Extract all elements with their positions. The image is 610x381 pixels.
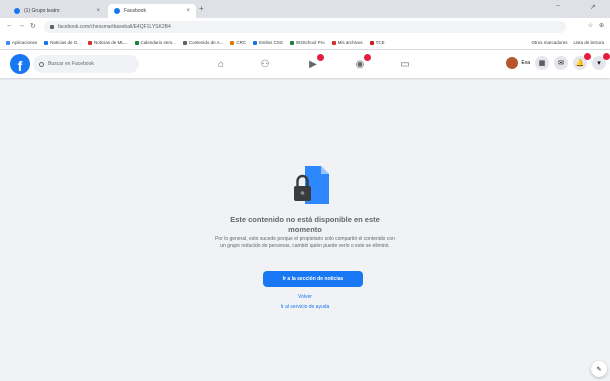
bookmark-label: Noticias de G... [50,40,82,45]
back-link[interactable]: Volver [230,294,380,300]
bookmark-item[interactable]: Aplicaciones [6,40,37,45]
bookmark-favicon-icon [369,40,374,45]
bookmark-folder[interactable]: Otros marcadores [531,40,567,45]
messenger-icon[interactable]: ✉ [554,56,568,70]
address-bar-row: ← → ↻ facebook.com/chessmartbaseball/E4Q… [0,18,610,36]
notification-badge [584,53,591,60]
page-description: Por lo general, esto sucede porque el pr… [215,236,395,249]
browser-tab-1[interactable]: (1) Grupo teatro × [8,4,106,18]
friends-icon[interactable]: ⚇ [258,57,272,71]
home-icon[interactable]: ⌂ [214,57,228,71]
facebook-favicon-icon [114,8,120,14]
notifications-icon[interactable]: 🔔 [573,53,591,70]
facebook-top-bar: f Buscar en Facebook ⌂ ⚇ ▶ ◉ ▭ Eva ▦ ✉ 🔔… [0,50,610,78]
account-controls: Eva ▦ ✉ 🔔 ▾ [506,53,610,70]
account-menu-icon[interactable]: ▾ [592,53,610,70]
bookmark-item[interactable]: TCE [369,40,385,45]
tab-label: (1) Grupo teatro [24,8,60,14]
lock-icon [50,25,54,29]
window-button[interactable]: ↗ [590,3,596,11]
bookmark-item[interactable]: Estilos CSS [253,40,283,45]
bookmark-label: W3School Pro [295,40,325,45]
new-message-icon[interactable]: ✎ [591,361,607,377]
tab-close-icon[interactable]: × [96,8,100,14]
url-text: facebook.com/chessmartbaseball/E4QF1LYSK… [58,24,171,30]
avatar [506,57,519,69]
bookmark-item[interactable]: Mis archivos [331,40,363,45]
facebook-favicon-icon [14,8,20,14]
tab-close-icon[interactable]: × [186,8,190,14]
bookmark-label: CRC [236,40,247,45]
new-tab-button[interactable]: + [199,4,204,13]
search-placeholder: Buscar en Facebook [48,61,94,67]
profile-button[interactable]: Eva [506,57,530,69]
minimize-button[interactable]: − [556,3,560,10]
bookmark-favicon-icon [134,40,139,45]
chevron-down-icon: ▾ [597,60,601,67]
gaming-icon[interactable]: ▭ [398,57,412,71]
bookmark-item[interactable]: Calendario sem... [134,40,176,45]
bookmark-item[interactable]: Noticias de ML... [88,40,128,45]
go-to-news-feed-button[interactable]: Ir a la sección de noticias [263,271,363,287]
bookmark-label: Calendario sem... [140,40,176,45]
help-center-link[interactable]: Ir al servicio de ayuda [230,304,380,310]
bookmark-item[interactable]: CRC [230,40,246,45]
search-input[interactable]: Buscar en Facebook [33,55,139,73]
bookmark-favicon-icon [331,40,336,45]
bookmark-item[interactable]: Contenido de A... [182,40,224,45]
browser-tab-2[interactable]: Facebook × [108,4,196,18]
reload-button[interactable]: ↻ [30,22,36,30]
content-unavailable-page: Este contenido no está disponible en est… [0,78,610,381]
bookmark-favicon-icon [6,40,10,45]
bookmark-label: Contenido de A... [188,40,224,45]
bookmark-favicon-icon [230,40,235,45]
forward-button[interactable]: → [18,22,25,29]
bookmark-favicon-icon [182,40,187,45]
page-title: Este contenido no está disponible en est… [230,215,380,234]
menu-grid-icon[interactable]: ▦ [535,56,549,70]
facebook-logo[interactable]: f [10,54,30,74]
bookmarks-right: Otros marcadores Lista de lectura [531,40,604,45]
url-input[interactable]: facebook.com/chessmartbaseball/E4QF1LYSK… [44,21,566,33]
notification-badge [317,54,324,61]
bookmark-label: Noticias de ML... [94,40,128,45]
address-bar-icons: ☆ ⊕ [588,22,604,29]
profile-name: Eva [521,60,530,66]
groups-glyph: ◉ [355,58,365,70]
back-button[interactable]: ← [6,22,13,29]
search-icon [39,61,44,67]
extension-icon[interactable]: ⊕ [599,22,604,29]
bookmark-favicon-icon [44,40,49,45]
bookmark-favicon-icon [253,40,258,45]
bookmark-favicon-icon [289,40,294,45]
star-icon[interactable]: ☆ [588,22,593,29]
bookmark-item[interactable]: W3School Pro [289,40,325,45]
notification-badge [603,53,610,60]
bookmark-favicon-icon [88,40,93,45]
groups-icon[interactable]: ◉ [353,54,371,71]
bookmark-item[interactable]: Noticias de G... [44,40,81,45]
bookmark-label: Mis archivos [337,40,363,45]
bell-glyph: 🔔 [575,60,585,67]
locked-content-icon [294,166,329,204]
bookmark-label: Aplicaciones [12,40,38,45]
notification-badge [364,54,371,61]
bookmark-label: Estilos CSS [259,40,283,45]
watch-icon[interactable]: ▶ [306,54,324,71]
watch-glyph: ▶ [309,58,317,70]
bookmarks-bar: Aplicaciones Noticias de G... Noticias de … [0,36,610,50]
bookmark-folder[interactable]: Lista de lectura [573,40,604,45]
bookmark-label: TCE [375,40,385,45]
browser-tab-bar: (1) Grupo teatro × Facebook × + − ↗ [0,0,610,18]
tab-label: Facebook [124,8,146,14]
